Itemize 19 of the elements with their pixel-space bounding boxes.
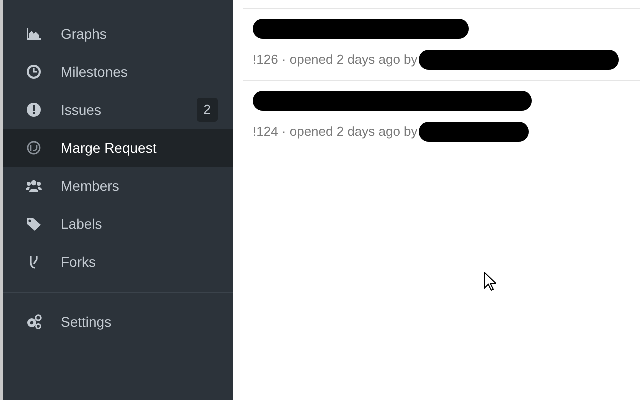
merge-request-meta: !124 · opened 2 days ago by <box>253 123 418 142</box>
sidebar-item[interactable]: Graphs <box>3 15 233 53</box>
sidebar-item[interactable]: Labels <box>3 205 233 243</box>
sidebar-item[interactable]: Members <box>3 167 233 205</box>
merge-request-meta: !126 · opened 2 days ago by <box>253 51 418 70</box>
gears-icon <box>26 314 42 330</box>
count-badge: 2 <box>196 98 218 122</box>
exclamation-icon <box>26 102 42 118</box>
chart-icon <box>26 26 42 42</box>
clock-icon <box>26 64 42 80</box>
merge-icon <box>26 140 42 156</box>
mouse-cursor-icon <box>484 272 496 291</box>
sidebar-item[interactable]: Issues 2 <box>3 91 233 129</box>
sidebar-item[interactable]: Settings <box>3 303 233 341</box>
users-icon <box>26 178 42 194</box>
tag-icon <box>26 216 42 232</box>
sidebar-item[interactable]: Milestones <box>3 53 233 91</box>
sidebar-item[interactable]: Marge Request <box>3 129 233 167</box>
sidebar-item[interactable]: Forks <box>3 243 233 281</box>
